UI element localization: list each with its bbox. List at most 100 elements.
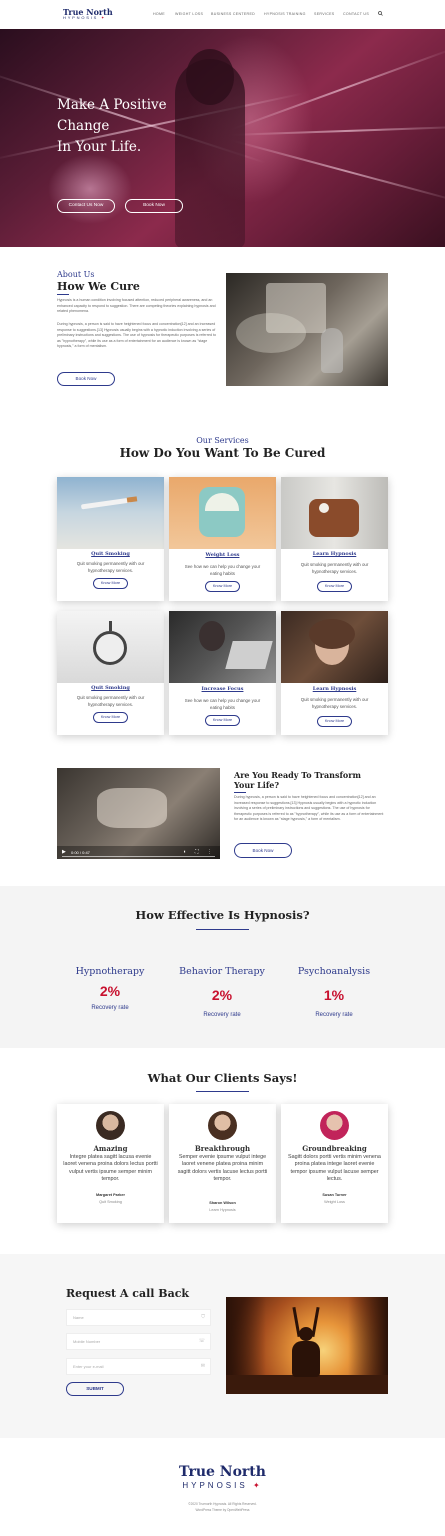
about-book-now-button[interactable]: Book Now bbox=[57, 372, 115, 386]
transform-title: Are You Ready To Transform Your Life? bbox=[234, 770, 361, 790]
video-player[interactable]: ▶ 0:00 / 0:47 ◖ ⛶ ⋮ bbox=[57, 768, 220, 859]
transform-paragraph: During hypnosis, a person is said to hav… bbox=[234, 795, 384, 822]
mobile-field[interactable]: Mobile Number ☏ bbox=[66, 1333, 211, 1350]
hero-book-now-button[interactable]: Book Now bbox=[125, 199, 183, 213]
contact-us-button[interactable]: Contact Us Now bbox=[57, 199, 115, 213]
know-more-button[interactable]: Know More bbox=[93, 578, 128, 589]
stat-label: Recovery rate bbox=[315, 1012, 353, 1018]
stat-value: 2% bbox=[99, 983, 121, 999]
stat-value: 1% bbox=[323, 987, 345, 1003]
service-desc: Quit smoking permanently with our hypnot… bbox=[76, 561, 145, 573]
more-options-icon[interactable]: ⋮ bbox=[207, 849, 212, 855]
scale-image bbox=[169, 477, 276, 549]
volume-icon[interactable]: ◖ bbox=[183, 849, 186, 855]
testimonial-heading: Amazing bbox=[93, 1144, 128, 1153]
nav-item-weight-loss[interactable]: WEIGHT LOSS bbox=[175, 12, 203, 16]
fullscreen-icon[interactable]: ⛶ bbox=[195, 849, 199, 855]
service-card: Learn Hypnosis Quit smoking permanently … bbox=[281, 477, 388, 601]
stat-name: Behavior Therapy bbox=[179, 966, 265, 977]
service-card: Weight Loss See how we can help you chan… bbox=[169, 477, 276, 601]
service-name[interactable]: Learn Hypnosis bbox=[281, 551, 388, 557]
service-name[interactable]: Quit Smoking bbox=[57, 685, 164, 691]
testimonial-card: Amazing Integre platea sagitt lacusa eve… bbox=[57, 1104, 164, 1223]
know-more-button[interactable]: Know More bbox=[205, 715, 240, 726]
cigarette-image bbox=[57, 477, 164, 549]
know-more-button[interactable]: Know More bbox=[205, 581, 240, 592]
stat-label: Recovery rate bbox=[203, 1012, 241, 1018]
mail-icon: ✉ bbox=[200, 1363, 205, 1369]
light-ray bbox=[229, 139, 445, 204]
search-icon[interactable] bbox=[378, 11, 383, 16]
bottle-shape bbox=[321, 328, 343, 373]
nav-item-home[interactable]: HOME bbox=[153, 12, 165, 16]
chair-image bbox=[281, 477, 388, 549]
submit-button[interactable]: SUBMIT bbox=[66, 1382, 124, 1396]
email-placeholder: Enter your e-mail bbox=[73, 1364, 104, 1369]
testimonial-body: Integre platea sagitt lacusa evenie laor… bbox=[63, 1154, 158, 1183]
testimonial-heading: Groundbreaking bbox=[302, 1144, 367, 1153]
about-paragraph-1: Hypnosis is a human condition involving … bbox=[57, 298, 216, 314]
effectiveness-underline bbox=[196, 929, 249, 930]
video-frame-hands bbox=[97, 788, 167, 828]
nav-item-contact[interactable]: CONTACT US bbox=[343, 12, 369, 16]
about-paragraph-2: During hypnosis, a person is said to hav… bbox=[57, 322, 216, 349]
transform-underline bbox=[234, 792, 246, 793]
email-field[interactable]: Enter your e-mail ✉ bbox=[66, 1358, 211, 1375]
transform-book-now-button[interactable]: Book Now bbox=[234, 843, 292, 858]
services-title: How Do You Want To Be Cured bbox=[119, 446, 326, 460]
video-progress-bar[interactable] bbox=[62, 856, 215, 857]
service-desc: See how we can help you change your eati… bbox=[184, 564, 261, 576]
footer-theme-credit[interactable]: WordPress Theme by OpenWebPress bbox=[0, 1508, 445, 1512]
know-more-button[interactable]: Know More bbox=[317, 581, 352, 592]
nav-item-business[interactable]: BUSINESS CENTERED bbox=[211, 12, 255, 16]
avatar bbox=[96, 1111, 125, 1140]
light-ray bbox=[229, 46, 445, 131]
stat-label: Recovery rate bbox=[91, 1005, 129, 1011]
service-desc: Quit smoking permanently with our hypnot… bbox=[300, 562, 369, 574]
testimonial-role: Quit Smoking bbox=[99, 1200, 122, 1204]
avatar bbox=[208, 1111, 237, 1140]
pocket-watch-image bbox=[57, 611, 164, 683]
nav-item-training[interactable]: HYPNOSIS TRAINING bbox=[264, 12, 306, 16]
footer-logo-title[interactable]: True North bbox=[0, 1464, 445, 1480]
woman-relaxing-image bbox=[281, 611, 388, 683]
know-more-button[interactable]: Know More bbox=[317, 716, 352, 727]
testimonial-author: Margaret Parker bbox=[96, 1193, 125, 1197]
about-image bbox=[226, 273, 388, 386]
stat-name: Hypnotherapy bbox=[75, 966, 145, 977]
play-icon[interactable]: ▶ bbox=[62, 849, 66, 855]
service-desc: See how we can help you change your eati… bbox=[184, 698, 261, 710]
testimonial-author: Susan Turner bbox=[322, 1193, 347, 1197]
mobile-placeholder: Mobile Number bbox=[73, 1339, 101, 1344]
service-desc: Quit smoking permanently with our hypnot… bbox=[76, 695, 145, 707]
name-field[interactable]: Name ⛉ bbox=[66, 1309, 211, 1326]
stat-value: 2% bbox=[211, 987, 233, 1003]
person-shape bbox=[236, 313, 306, 353]
meditation-image bbox=[226, 1297, 388, 1394]
testimonial-role: Weight Loss bbox=[324, 1200, 345, 1204]
testimonials-underline bbox=[196, 1091, 249, 1092]
header-nav: True North HYPNOSIS ✦ HOME WEIGHT LOSS B… bbox=[0, 0, 445, 29]
service-card: Learn Hypnosis Quit smoking permanently … bbox=[281, 611, 388, 735]
service-name[interactable]: Quit Smoking bbox=[57, 551, 164, 557]
hero-title: Make A Positive Change In Your Life. bbox=[57, 97, 167, 155]
footer-logo-subtitle: HYPNOSIS ✦ bbox=[182, 1481, 263, 1490]
testimonials-title: What Our Clients Says! bbox=[147, 1071, 298, 1085]
service-name[interactable]: Increase Focus bbox=[169, 686, 276, 692]
video-time: 0:00 / 0:47 bbox=[71, 850, 90, 855]
hero-banner: Make A Positive Change In Your Life. Con… bbox=[0, 29, 445, 247]
service-name[interactable]: Learn Hypnosis bbox=[281, 686, 388, 692]
footer-copyright: ©2020 Truenorth Hypnosis. All Rights Res… bbox=[188, 1502, 257, 1506]
testimonial-role: Learn Hypnosis bbox=[209, 1208, 236, 1212]
service-card: Quit Smoking Quit smoking permanently wi… bbox=[57, 611, 164, 735]
know-more-button[interactable]: Know More bbox=[93, 712, 128, 723]
about-underline bbox=[57, 294, 69, 295]
avatar bbox=[320, 1111, 349, 1140]
testimonial-body: Sagitt dolors portti vertis minim venena… bbox=[288, 1154, 381, 1183]
service-name[interactable]: Weight Loss bbox=[169, 552, 276, 558]
nav-item-services[interactable]: SERVICES bbox=[314, 12, 335, 16]
services-label: Our Services bbox=[196, 436, 249, 445]
request-title: Request A call Back bbox=[66, 1287, 190, 1300]
testimonial-author: Sharon Wilson bbox=[209, 1201, 236, 1205]
logo-subtitle: HYPNOSIS ✦ bbox=[63, 15, 107, 20]
